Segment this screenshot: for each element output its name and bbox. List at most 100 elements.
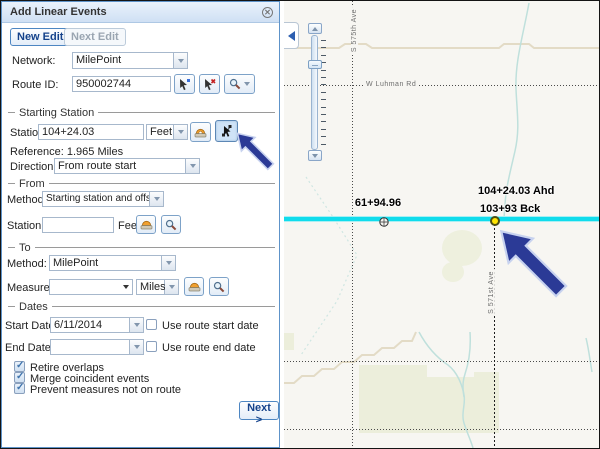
zoom-slider-track[interactable] (311, 35, 318, 150)
station-input[interactable] (38, 124, 144, 140)
slider-ticks (321, 40, 327, 150)
to-method-label: Method: (7, 258, 47, 270)
zoom-out-button[interactable] (308, 150, 322, 161)
road-s-571st (494, 220, 495, 448)
road-label-s-571st: S 571st Ave (488, 269, 495, 316)
end-date-input[interactable] (50, 339, 130, 355)
zoom-to-route-button[interactable] (224, 74, 255, 94)
app-window: Add Linear Events ✕ New Edit Next Edit N… (0, 0, 600, 449)
gauge-icon (140, 219, 153, 230)
from-measure-button[interactable] (136, 215, 156, 234)
annotation-arrow-map (497, 227, 569, 299)
end-date-label: End Date: (5, 342, 54, 354)
chevron-down-icon[interactable] (130, 318, 143, 332)
annotation-arrow-panel (235, 129, 275, 173)
prevent-measures-label: Prevent measures not on route (30, 384, 181, 396)
cursor-node-icon (220, 124, 234, 138)
chevron-down-icon (244, 82, 250, 86)
magnifier-icon (229, 78, 241, 90)
field-polygon (359, 365, 499, 433)
start-date-picker[interactable] (130, 317, 144, 333)
road-horizontal-3 (284, 429, 600, 430)
chevron-down-icon[interactable] (161, 256, 175, 270)
clear-route-selection-button[interactable] (199, 74, 220, 94)
gauge-icon (188, 281, 201, 292)
next-button[interactable]: Next > (239, 401, 279, 420)
chevron-down-icon (312, 154, 318, 158)
from-station-label: Station: (7, 220, 44, 232)
selected-route-line[interactable] (284, 217, 600, 221)
to-legend: To (8, 242, 275, 253)
station-label-back: 103+93 Bck (480, 203, 540, 215)
from-zoom-button[interactable] (161, 215, 181, 234)
cursor-clear-icon (203, 78, 216, 91)
station-unit-select[interactable] (174, 124, 188, 140)
measure-station-button[interactable] (190, 122, 211, 142)
to-method-select[interactable]: MilePoint (49, 255, 176, 271)
from-method-value: Starting station and offset (43, 192, 149, 206)
zoom-in-button[interactable] (308, 23, 322, 34)
zoom-slider-thumb[interactable] (308, 60, 322, 69)
route-id-input[interactable] (72, 76, 171, 92)
panel-title: Add Linear Events (10, 6, 107, 18)
chevron-down-icon[interactable] (165, 280, 178, 294)
panel-header: Add Linear Events ✕ (2, 2, 279, 23)
road-horizontal-2 (284, 361, 600, 362)
road-label-s-575th: S 575th Ave (351, 7, 358, 54)
measure-unit-select[interactable] (165, 279, 179, 295)
road-w-luhman (284, 85, 600, 86)
chevron-left-icon (288, 31, 295, 41)
chevron-down-icon[interactable] (185, 159, 199, 173)
from-station-input[interactable] (42, 217, 114, 233)
chevron-down-icon[interactable] (173, 53, 187, 68)
tan-road (284, 44, 600, 48)
use-route-start-date-label: Use route start date (162, 320, 259, 332)
use-route-end-date-label: Use route end date (162, 342, 256, 354)
select-route-on-map-button[interactable] (174, 74, 195, 94)
chevron-down-icon[interactable] (149, 192, 163, 206)
to-zoom-button[interactable] (209, 277, 229, 296)
reference-text: Reference: 1.965 Miles (10, 146, 123, 158)
road-label-w-luhman: W Luhman Rd (364, 81, 418, 88)
from-method-label: Method: (7, 194, 47, 206)
dates-legend: Dates (8, 301, 275, 312)
close-icon[interactable]: ✕ (262, 7, 273, 18)
collapse-panel-button[interactable] (284, 22, 299, 49)
magnifier-icon (165, 219, 177, 231)
direction-value: From route start (55, 159, 185, 173)
direction-select[interactable]: From route start (54, 158, 200, 174)
add-linear-events-panel: Add Linear Events ✕ New Edit Next Edit N… (1, 1, 280, 448)
station-label-ahead: 104+24.03 Ahd (478, 185, 554, 197)
measure-unit-value: Miles (136, 279, 165, 295)
start-date-input[interactable] (50, 317, 130, 333)
network-select[interactable]: MilePoint (72, 52, 188, 69)
starting-station-legend: Starting Station (8, 107, 275, 118)
chevron-down-icon[interactable] (174, 125, 187, 139)
prevent-measures-checkbox[interactable] (14, 383, 25, 394)
to-measure-button[interactable] (184, 277, 204, 296)
station-unit-value: Feet (146, 124, 174, 140)
measure-label: Measure: (7, 282, 53, 294)
from-method-select[interactable]: Starting station and offset (42, 191, 164, 207)
magnifier-icon (213, 281, 225, 293)
network-label: Network: (12, 55, 55, 67)
station-point-marker[interactable] (490, 216, 500, 226)
chevron-down-icon[interactable] (130, 340, 143, 354)
reference-point-marker[interactable] (379, 217, 389, 227)
chevron-down-icon[interactable] (123, 285, 129, 289)
measure-value (50, 280, 123, 294)
new-edit-button[interactable]: New Edit (10, 28, 70, 46)
road-s-575th (352, 1, 353, 448)
basemap-art (284, 1, 600, 448)
use-route-end-date-checkbox[interactable] (146, 341, 157, 352)
end-date-picker[interactable] (130, 339, 144, 355)
gauge-icon (194, 127, 207, 138)
to-method-value: MilePoint (50, 256, 161, 270)
use-route-start-date-checkbox[interactable] (146, 319, 157, 330)
network-value: MilePoint (73, 53, 173, 68)
next-edit-button[interactable]: Next Edit (64, 28, 126, 46)
direction-label: Direction: (10, 161, 56, 173)
cursor-select-icon (178, 78, 191, 91)
map-area[interactable]: W Luhman Rd S 575th Ave S 571st Ave 61+9… (284, 1, 600, 448)
measure-combo[interactable] (49, 279, 133, 295)
